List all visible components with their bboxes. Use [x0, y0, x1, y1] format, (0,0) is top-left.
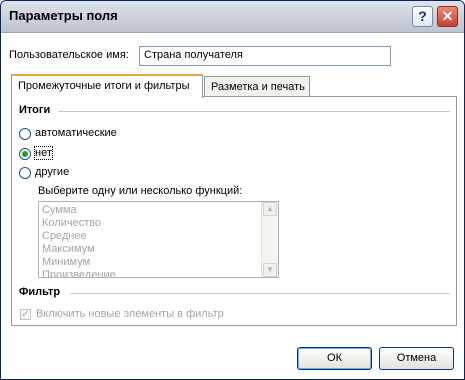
listbox-scrollbar[interactable]: ▲ ▼ [261, 202, 278, 277]
list-item[interactable]: Минимум [42, 256, 90, 268]
tab-panel: Итоги автоматические нет другие Выберите… [11, 96, 457, 326]
tab-subtotals-filters[interactable]: Промежуточные итоги и фильтры [11, 74, 203, 98]
filter-section-title: Фильтр [19, 286, 61, 298]
subtotals-section-title: Итоги [19, 104, 51, 116]
list-item[interactable]: Сумма [42, 204, 77, 216]
dialog-title: Параметры поля [9, 8, 118, 23]
subtotals-divider [58, 111, 450, 112]
list-item[interactable]: Произведение [42, 269, 116, 277]
radio-custom-label[interactable]: другие [35, 166, 69, 178]
functions-listbox[interactable]: Сумма Количество Среднее Максимум Миниму… [38, 201, 279, 278]
cancel-button[interactable]: Отмена [379, 347, 454, 370]
radio-automatic-label[interactable]: автоматические [35, 127, 117, 139]
list-item[interactable]: Максимум [42, 243, 95, 255]
custom-name-input[interactable]: Страна получателя [139, 46, 391, 66]
scroll-up-icon[interactable]: ▲ [263, 202, 277, 216]
include-new-items-checkbox[interactable]: ✓ [20, 309, 31, 320]
radio-automatic[interactable] [19, 128, 31, 140]
list-item[interactable]: Среднее [42, 230, 87, 242]
help-icon[interactable]: ? [412, 6, 433, 27]
ok-button[interactable]: ОК [297, 347, 372, 370]
include-new-items-label[interactable]: Включить новые элементы в фильтр [36, 308, 224, 320]
close-icon[interactable]: ✕ [437, 6, 458, 27]
scroll-down-icon[interactable]: ▼ [263, 263, 277, 277]
tab-layout-print[interactable]: Разметка и печать [204, 76, 310, 98]
radio-none-label[interactable]: нет [34, 146, 53, 160]
radio-selected-dot [22, 151, 28, 157]
list-item[interactable]: Количество [42, 217, 101, 229]
radio-none[interactable] [19, 148, 31, 160]
radio-custom[interactable] [19, 167, 31, 179]
filter-divider [70, 293, 450, 294]
title-bar[interactable]: Параметры поля ? ✕ [1, 1, 464, 33]
custom-name-label: Пользовательское имя: [9, 49, 129, 61]
dialog-window: Параметры поля ? ✕ Пользовательское имя:… [0, 0, 465, 380]
dialog-content: Пользовательское имя: Страна получателя … [1, 33, 464, 379]
functions-label: Выберите одну или несколько функций: [38, 185, 243, 197]
